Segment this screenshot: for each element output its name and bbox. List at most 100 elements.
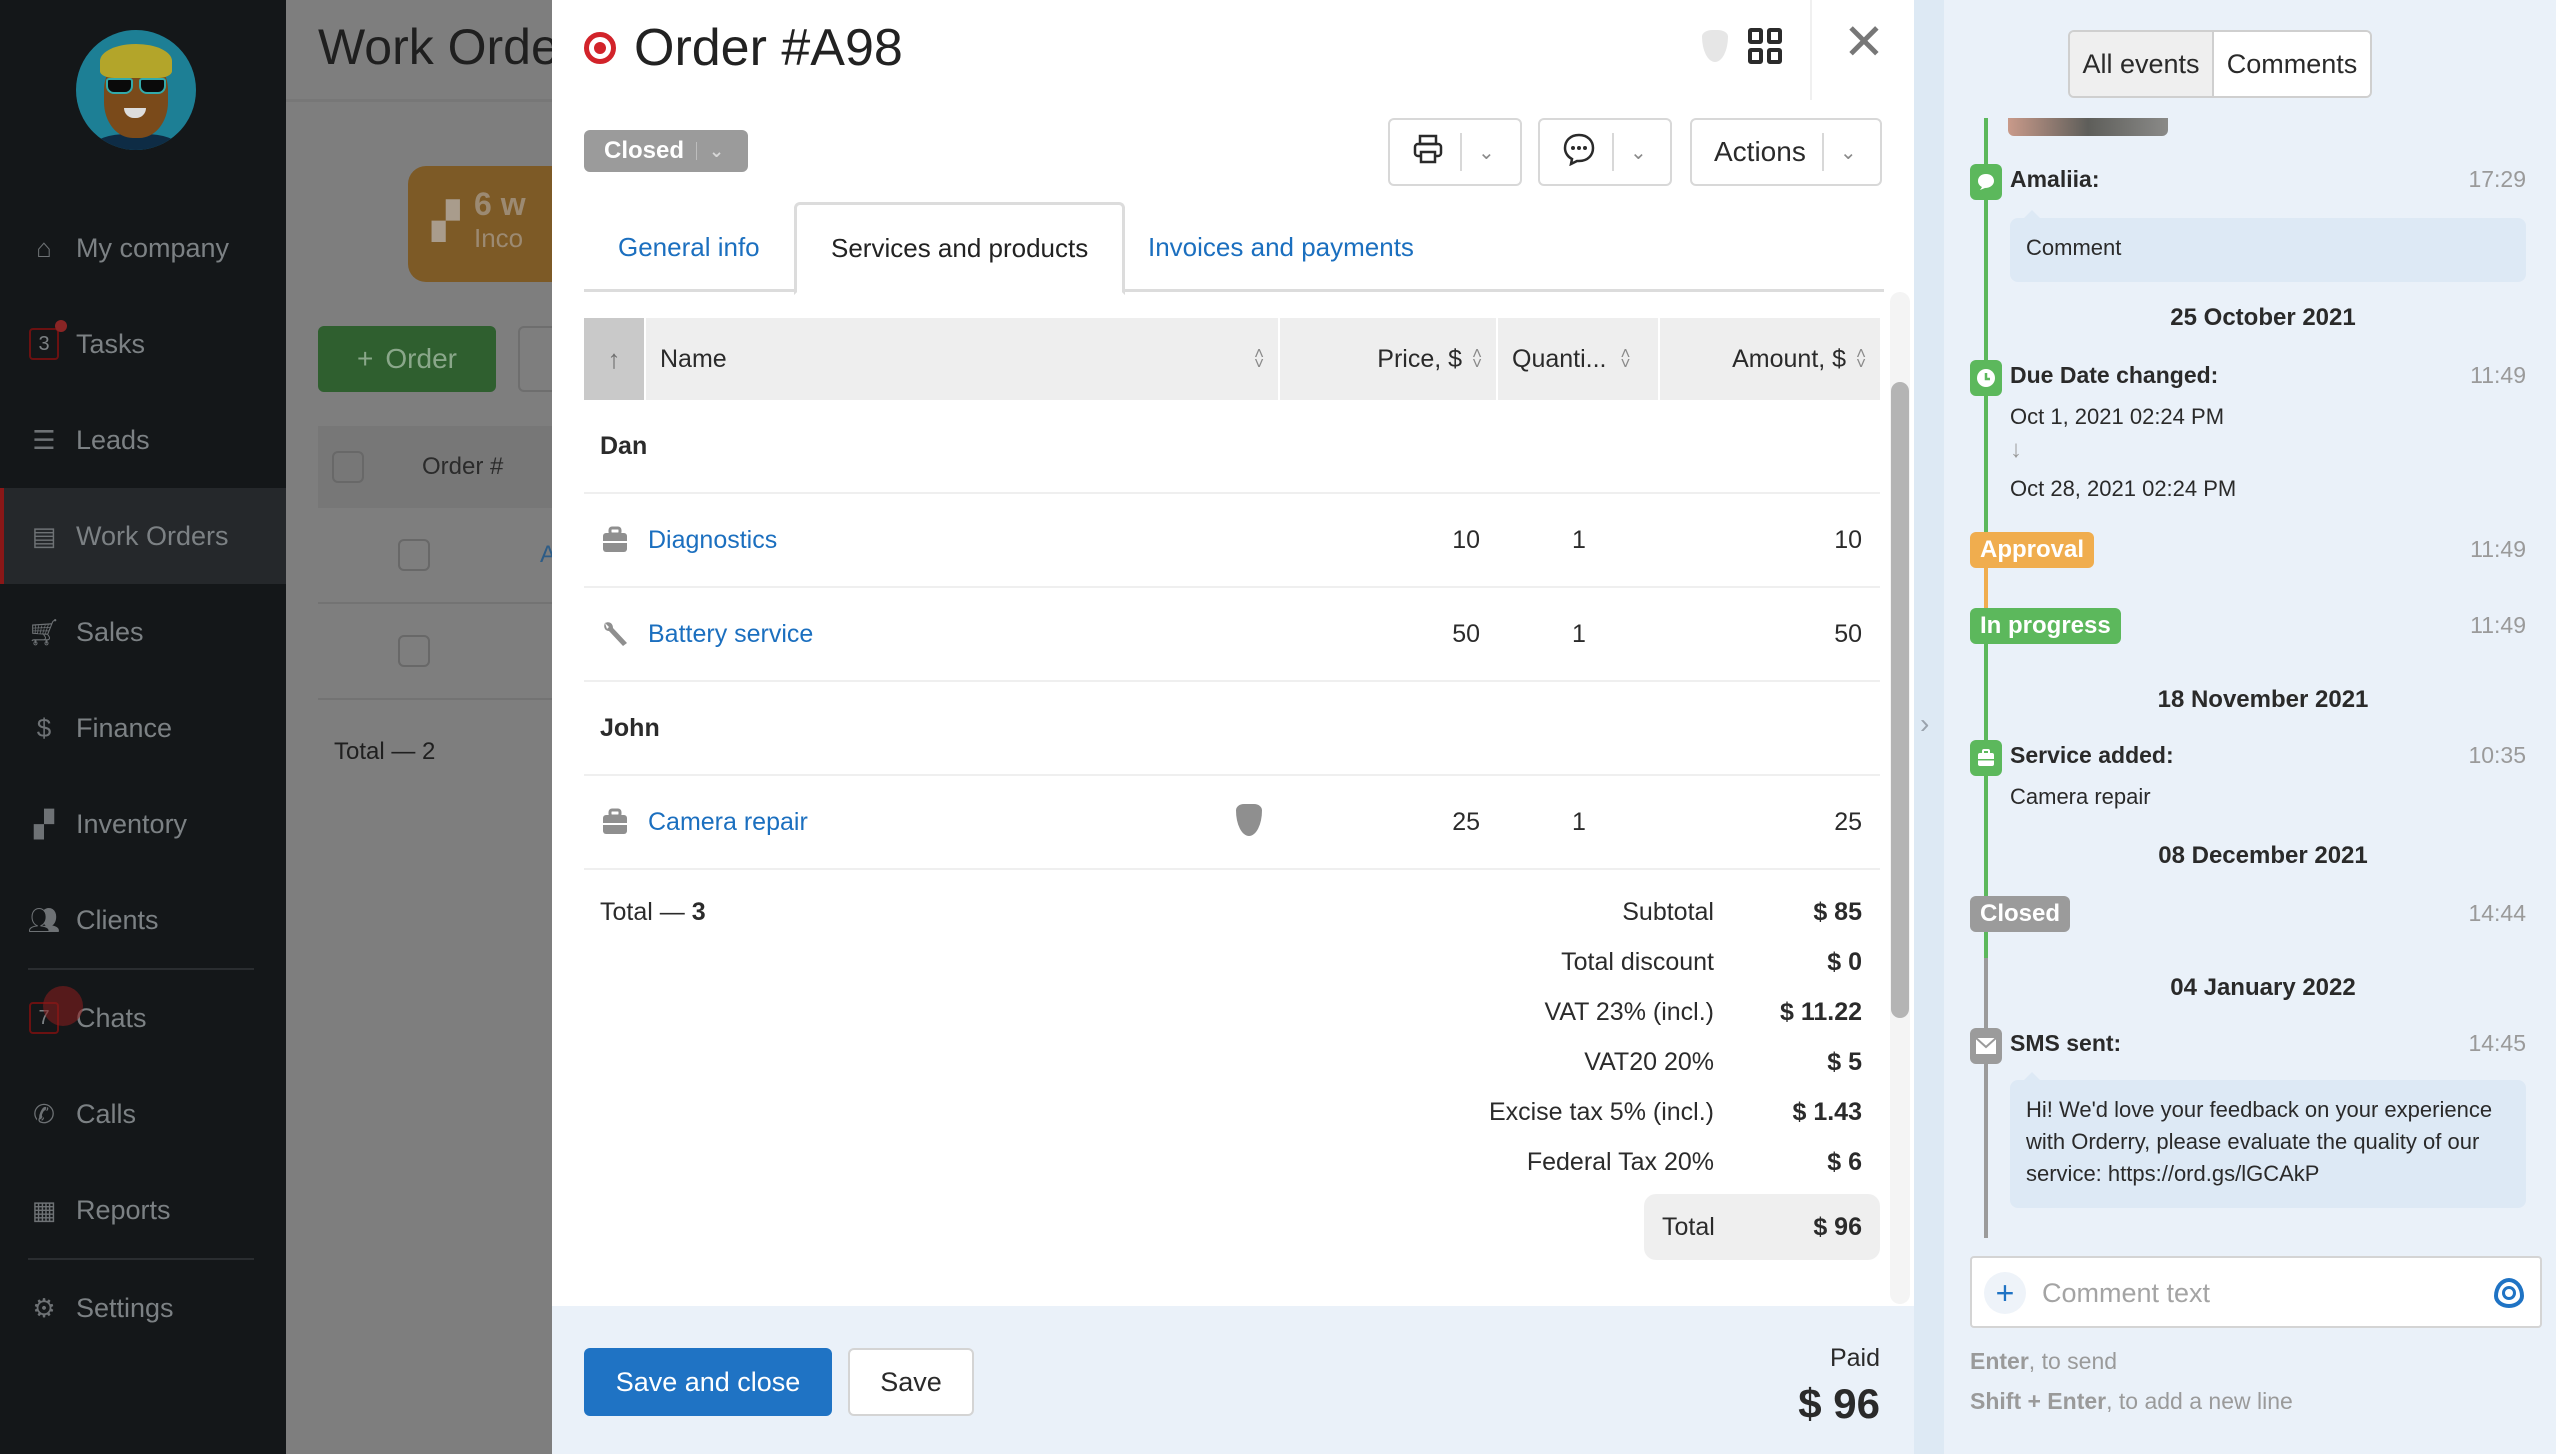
sort-toggle[interactable]: ↑ <box>584 318 646 400</box>
sidebar-item-label: My company <box>76 232 230 263</box>
tasks-icon: 3 <box>28 320 67 360</box>
briefcase-icon <box>584 808 646 836</box>
group-row: John <box>584 682 1880 776</box>
dropdown-separator <box>1460 133 1462 171</box>
row-checkbox[interactable] <box>398 539 430 571</box>
envelope-icon <box>1970 1028 2002 1064</box>
modal-scrollbar[interactable] <box>1890 292 1910 1304</box>
modal-title: Order #A98 <box>584 18 903 78</box>
sort-icon: ˄ ˅ <box>1472 344 1482 373</box>
actions-label: Actions <box>1714 136 1806 167</box>
clock-icon <box>1970 360 2002 396</box>
quantity-cell: 1 <box>1572 619 1586 648</box>
sidebar-item-label: Sales <box>76 616 144 647</box>
summary-subtotal: Subtotal $ 85 <box>1622 898 1862 926</box>
comment-author: Amaliia: <box>2010 166 2100 192</box>
tab-comments[interactable]: Comments <box>2214 32 2370 96</box>
sidebar-item-inventory[interactable]: ▞ Inventory <box>0 776 286 872</box>
sidebar-item-tasks[interactable]: 3 Tasks <box>0 296 286 392</box>
amount-cell: 10 <box>1834 525 1862 554</box>
close-button[interactable]: ✕ <box>1842 17 1886 67</box>
orders-table-header: Order # <box>318 426 576 508</box>
service-link[interactable]: Battery service <box>646 620 1280 649</box>
date-separator: 08 December 2021 <box>2158 842 2368 869</box>
events-panel: › All events Comments Amaliia: 17:29 Com… <box>1914 0 2556 1454</box>
quantity-cell: 1 <box>1572 525 1586 554</box>
summary-vat20: VAT20 20% $ 5 <box>1584 1048 1862 1076</box>
sidebar-item-chats[interactable]: 7 Chats <box>0 970 286 1066</box>
work-orders-icon: ▤ <box>31 520 57 551</box>
due-date-from: Oct 1, 2021 02:24 PM <box>2010 404 2225 429</box>
chevron-down-icon: ⌄ <box>1630 141 1647 164</box>
paid-label: Paid <box>1829 1344 1880 1372</box>
sidebar-item-label: Tasks <box>76 328 146 359</box>
tab-general-info[interactable]: General info <box>584 202 794 292</box>
add-order-button[interactable]: + Order <box>318 326 496 392</box>
row-checkbox[interactable] <box>398 635 430 667</box>
arrow-down-icon: ↓ <box>2010 436 2022 463</box>
sidebar-item-label: Inventory <box>76 808 188 839</box>
date-separator: 25 October 2021 <box>2170 304 2356 331</box>
print-button[interactable]: ⌄ <box>1388 118 1522 186</box>
add-attachment-button[interactable]: + <box>1984 1272 2026 1314</box>
sidebar-item-reports[interactable]: ▦ Reports <box>0 1162 286 1258</box>
tab-services-and-products[interactable]: Services and products <box>794 202 1126 295</box>
plus-icon: + <box>1995 1274 2015 1311</box>
sidebar-item-work-orders[interactable]: ▤ Work Orders <box>0 488 286 584</box>
user-avatar[interactable] <box>76 30 196 150</box>
home-icon: ⌂ <box>36 232 52 263</box>
table-row[interactable]: Diagnostics 10 1 10 <box>584 494 1880 588</box>
cart-icon: 🛒︎ <box>27 616 61 647</box>
column-amount[interactable]: Amount, $ ˄ ˅ <box>1660 318 1880 400</box>
wrench-icon <box>584 619 646 649</box>
sidebar-item-label: Reports <box>76 1194 171 1225</box>
comment-input[interactable] <box>2042 1270 2462 1316</box>
briefcase-icon <box>1970 740 2002 776</box>
event-title: SMS sent: <box>2010 1030 2122 1056</box>
header-divider <box>1810 0 1812 100</box>
dropdown-separator <box>1612 133 1614 171</box>
column-name[interactable]: Name ˄ ˅ <box>646 318 1280 400</box>
sidebar-item-label: Finance <box>76 712 173 743</box>
service-link[interactable]: Diagnostics <box>646 526 1280 555</box>
save-button[interactable]: Save <box>848 1348 974 1416</box>
tab-invoices-and-payments[interactable]: Invoices and payments <box>1114 202 1448 292</box>
enter-hint: Enter, to send <box>1970 1348 2118 1374</box>
sidebar-item-finance[interactable]: $ Finance <box>0 680 286 776</box>
qr-code-icon[interactable] <box>1748 28 1782 64</box>
message-button[interactable]: ⌄ <box>1538 118 1672 186</box>
printer-icon <box>1412 133 1444 172</box>
kpi-card[interactable]: ▞ 6 w Inco <box>408 166 576 282</box>
service-link[interactable]: Camera repair <box>646 803 1280 837</box>
avatar-glasses <box>106 78 166 94</box>
actions-button[interactable]: Actions ⌄ <box>1690 118 1882 186</box>
table-row[interactable]: A98/ <box>318 508 576 604</box>
save-and-close-button[interactable]: Save and close <box>584 1348 832 1416</box>
table-row[interactable]: Battery service 50 1 50 <box>584 588 1880 682</box>
tab-all-events[interactable]: All events <box>2070 32 2214 96</box>
status-dropdown[interactable]: Closed ⌄ <box>584 130 748 172</box>
price-cell: 25 <box>1452 807 1480 836</box>
warranty-shield-icon[interactable] <box>1702 30 1728 62</box>
sidebar-item-leads[interactable]: ☰ Leads <box>0 392 286 488</box>
sidebar-item-label: Clients <box>76 904 159 935</box>
notification-dot <box>55 320 67 332</box>
modal-footer: Save and close Save Paid $ 96 <box>552 1306 1914 1454</box>
dropdown-separator <box>696 142 698 160</box>
column-price[interactable]: Price, $ ˄ ˅ <box>1280 318 1498 400</box>
sidebar-item-my-company[interactable]: ⌂ My company <box>0 200 286 296</box>
sidebar-item-calls[interactable]: ✆ Calls <box>0 1066 286 1162</box>
select-all-checkbox[interactable] <box>332 451 364 483</box>
attached-photo[interactable] <box>2008 118 2168 136</box>
sidebar-item-clients[interactable]: 👥︎ Clients <box>0 872 286 968</box>
table-row[interactable]: Camera repair 25 1 25 <box>584 776 1880 870</box>
chats-badge: 7 <box>29 986 83 1034</box>
table-row[interactable]: A9 <box>318 604 576 700</box>
arrow-up-icon: ↑ <box>607 343 621 374</box>
group-row: Dan <box>584 400 1880 494</box>
visibility-eye-icon[interactable] <box>2494 1278 2524 1308</box>
sidebar-item-sales[interactable]: 🛒︎ Sales <box>0 584 286 680</box>
scrollbar-thumb[interactable] <box>1891 382 1909 1018</box>
sidebar-item-settings[interactable]: ⚙ Settings <box>0 1260 286 1356</box>
column-quantity[interactable]: Quanti... ˄ ˅ <box>1498 318 1660 400</box>
